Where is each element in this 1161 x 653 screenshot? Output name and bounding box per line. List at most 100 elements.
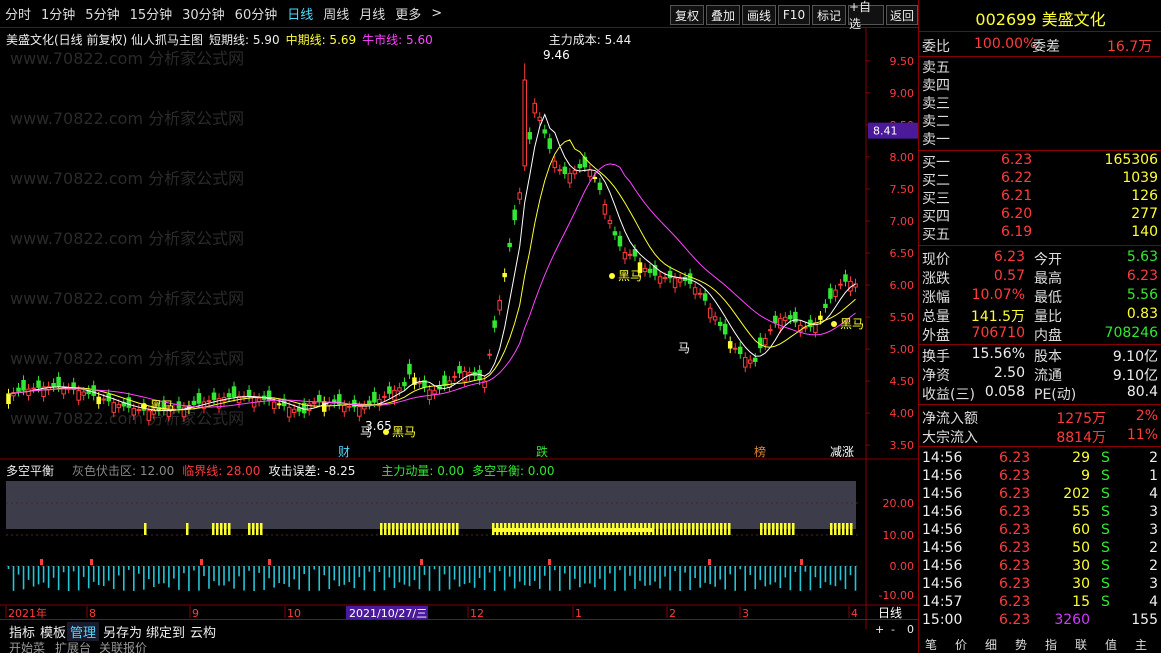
- sell-2-row: 卖二: [919, 111, 1161, 130]
- overlay-button[interactable]: 叠加: [706, 5, 740, 25]
- price-tick-label: 6.00: [890, 279, 915, 292]
- tick-side: S: [1101, 594, 1110, 610]
- period-5min[interactable]: 5分钟: [80, 4, 124, 23]
- sell-3-row: 卖三: [919, 93, 1161, 112]
- candle-body: [271, 401, 277, 410]
- period-label: 日线: [878, 606, 902, 620]
- tab-start-menu[interactable]: 开始菜: [6, 639, 48, 653]
- momentum-bar: [456, 523, 459, 535]
- period-fenshi[interactable]: 分时: [0, 4, 36, 23]
- candle-body: [722, 323, 728, 335]
- candle-body: [677, 278, 683, 283]
- momentum-band: [492, 528, 652, 532]
- candle-body: [537, 116, 543, 121]
- candle-body: [597, 182, 603, 191]
- tick-side: S: [1101, 468, 1110, 484]
- tick-price: 6.23: [999, 576, 1031, 592]
- draw-line-button[interactable]: 画线: [742, 5, 776, 25]
- candle-body: [512, 209, 517, 221]
- tab-zhi2[interactable]: 值: [1105, 636, 1117, 653]
- tab-xi[interactable]: 细: [985, 636, 997, 653]
- horse-label: 马: [678, 341, 690, 355]
- tick-side: S: [1101, 522, 1110, 538]
- tab-cloud[interactable]: 云构: [187, 622, 219, 641]
- sub-axis-label: -10.00: [879, 589, 914, 602]
- mark-button[interactable]: 标记: [812, 5, 846, 25]
- period-daily[interactable]: 日线: [282, 4, 318, 23]
- candle-body: [432, 390, 437, 395]
- sub-axis-label: 20.00: [883, 497, 915, 510]
- tab-lian[interactable]: 联: [1075, 636, 1087, 653]
- period-weekly[interactable]: 周线: [318, 4, 354, 23]
- period-60min[interactable]: 60分钟: [230, 4, 283, 23]
- balance-red-bar: [420, 559, 423, 565]
- candle-body: [16, 387, 21, 392]
- buy-label: 买四: [922, 209, 950, 225]
- period-1min[interactable]: 1分钟: [36, 4, 80, 23]
- candle-body: [276, 403, 282, 406]
- horse-label: 马: [360, 425, 372, 439]
- period-more[interactable]: 更多: [390, 4, 426, 23]
- buy-price: 6.20: [1001, 206, 1033, 222]
- add-watchlist-button[interactable]: +自选: [848, 0, 884, 31]
- tick-price: 6.23: [999, 450, 1031, 466]
- back-button[interactable]: 返回: [886, 5, 918, 25]
- flow-percent: 11%: [1126, 427, 1158, 443]
- zoom-reset-button[interactable]: 0: [904, 623, 917, 636]
- buy-label: 买三: [922, 191, 950, 207]
- tick-price: 6.23: [999, 540, 1031, 556]
- period-15min[interactable]: 15分钟: [125, 4, 178, 23]
- tick-time: 14:56: [922, 576, 963, 592]
- tick-volume: 55: [1072, 504, 1090, 520]
- buy-volume: 165306: [1104, 152, 1158, 168]
- black-horse-dot: [609, 273, 615, 279]
- candle-body: [562, 166, 568, 175]
- gray-ambush-zone: [6, 481, 856, 529]
- stat2-label: 股本: [1034, 349, 1062, 365]
- sell-4-label: 卖四: [922, 78, 950, 94]
- chevron-right-icon[interactable]: >: [426, 6, 447, 21]
- candle-body: [522, 79, 527, 167]
- candle-body: [402, 382, 407, 387]
- tick-row: 14:57 6.23 15 S 4: [919, 594, 1161, 612]
- tab-shi[interactable]: 势: [1015, 636, 1027, 653]
- event-label: 跌: [536, 444, 548, 459]
- candle-body: [342, 404, 347, 413]
- restore-rights-button[interactable]: 复权: [670, 5, 704, 25]
- candle-body: [843, 274, 848, 282]
- tab-jia[interactable]: 价: [955, 636, 967, 653]
- period-monthly[interactable]: 月线: [354, 4, 390, 23]
- candle-body: [31, 387, 36, 390]
- momentum-bar: [700, 523, 703, 535]
- tick-side: S: [1101, 540, 1110, 556]
- momentum-bar: [444, 523, 447, 535]
- tick-time: 14:56: [922, 468, 963, 484]
- tick-volume: 202: [1063, 486, 1090, 502]
- kline-chart[interactable]: 9.509.008.508.007.507.006.506.005.505.00…: [0, 28, 918, 629]
- momentum-bar: [186, 523, 189, 535]
- candle-body: [732, 347, 738, 350]
- balance-red-bar: [708, 559, 711, 565]
- candle-body: [697, 292, 703, 295]
- zoom-out-button[interactable]: -: [888, 623, 898, 636]
- momentum-bar: [672, 523, 675, 535]
- tab-zhu[interactable]: 主: [1135, 636, 1147, 653]
- period-30min[interactable]: 30分钟: [177, 4, 230, 23]
- stat-value: 141.5万: [970, 309, 1025, 325]
- zoom-in-button[interactable]: +: [872, 623, 887, 636]
- stock-info-label: 美盛文化(日线 前复权) 仙人抓马主图: [6, 33, 203, 47]
- candle-body: [768, 329, 773, 332]
- tick-side: S: [1101, 504, 1110, 520]
- flow-row: 大宗流入 8814万 11%: [919, 427, 1161, 446]
- candle-body: [567, 172, 573, 184]
- stat-label: 涨跌: [922, 271, 950, 287]
- tab-zhi[interactable]: 指: [1045, 636, 1057, 653]
- tab-related-quote[interactable]: 关联报价: [96, 639, 150, 653]
- candle-body: [196, 393, 202, 404]
- candle-body: [557, 169, 563, 172]
- momentum-bar: [688, 523, 691, 535]
- tab-bi[interactable]: 笔: [925, 636, 937, 653]
- f10-button[interactable]: F10: [778, 5, 810, 25]
- stat-row: 外盘 706710 内盘 708246: [919, 325, 1161, 344]
- tab-extension[interactable]: 扩展台: [52, 639, 94, 653]
